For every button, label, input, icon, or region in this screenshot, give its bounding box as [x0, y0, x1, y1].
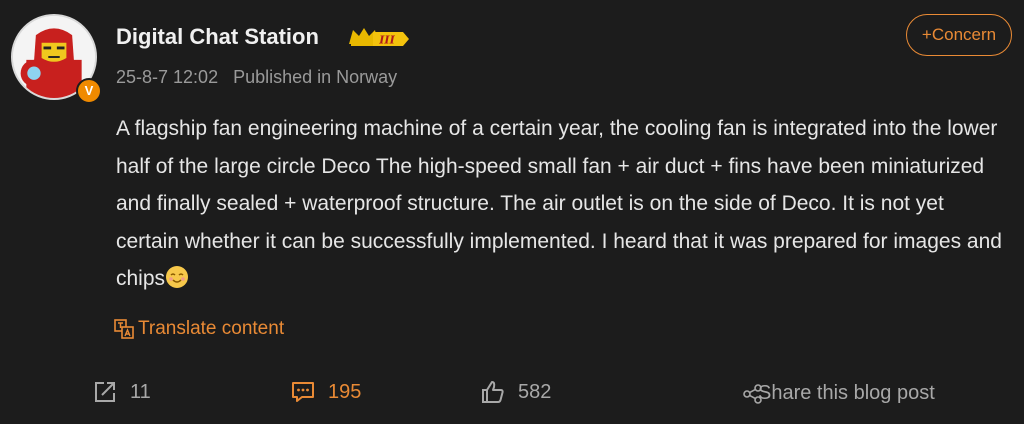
- post-meta: 25-8-7 12:02 Published in Norway: [116, 67, 397, 88]
- concern-button[interactable]: +Concern: [906, 14, 1012, 56]
- translate-icon: [114, 319, 134, 339]
- user-name[interactable]: Digital Chat Station: [116, 24, 319, 50]
- repost-button[interactable]: 11: [92, 379, 151, 405]
- post-text-container: A flagship fan engineering machine of a …: [116, 110, 1011, 298]
- post-text: A flagship fan engineering machine of a …: [116, 117, 1002, 290]
- share-label: Share this blog post: [758, 382, 935, 404]
- comment-icon: [292, 382, 314, 402]
- post-timestamp: 25-8-7 12:02: [116, 67, 219, 87]
- post-location: Published in Norway: [233, 67, 398, 87]
- translate-button[interactable]: Translate content: [114, 318, 284, 340]
- level-badge-text: III: [378, 34, 395, 47]
- level-crown-badge: III: [349, 28, 409, 47]
- translate-label: Translate content: [138, 318, 285, 339]
- verified-badge: V: [76, 78, 102, 104]
- repost-icon: [95, 382, 115, 402]
- comment-count: 195: [328, 380, 362, 403]
- comment-button[interactable]: 195: [290, 379, 361, 405]
- smiling-face-emoji-icon: [166, 266, 189, 288]
- thumbs-up-icon: [482, 381, 504, 403]
- like-count: 582: [518, 380, 552, 403]
- like-button[interactable]: 582: [480, 379, 551, 405]
- share-button[interactable]: Share this blog post: [742, 382, 935, 405]
- repost-count: 11: [130, 380, 151, 403]
- share-icon: [743, 384, 762, 404]
